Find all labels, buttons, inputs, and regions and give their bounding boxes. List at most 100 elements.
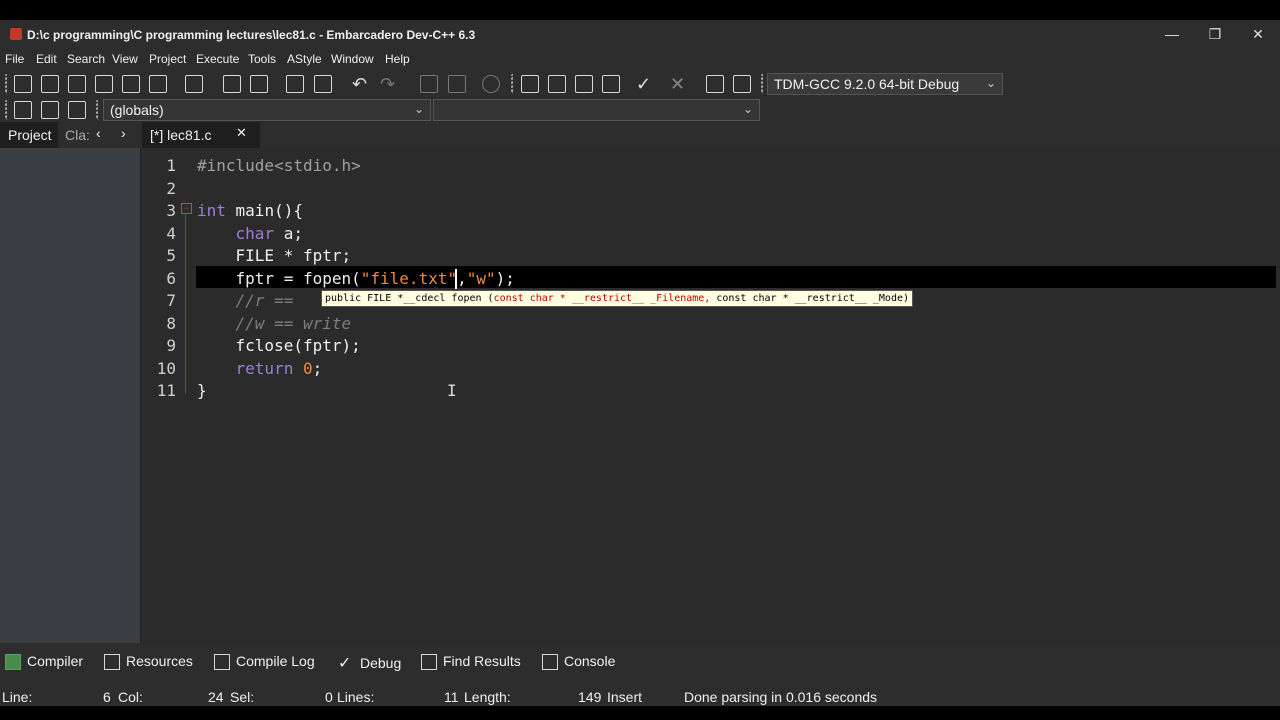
tab-lec81-label: [*] lec81.c [150,127,212,143]
tab-scroll-right-icon[interactable]: › [121,125,126,141]
line-number: 8 [166,314,176,333]
code-line-8: //w == write [197,314,352,333]
tab-close-icon[interactable]: ✕ [236,125,247,141]
tab-project[interactable]: Project [0,122,58,148]
keyword-token: return [197,359,303,378]
insert-icon[interactable] [14,101,32,119]
status-message: Done parsing in 0.016 seconds [684,689,878,705]
menu-tools[interactable]: Tools [248,52,276,66]
status-line-value: 6 [103,689,111,705]
menu-file[interactable]: File [5,52,24,66]
function-select[interactable]: ⌄ [433,99,760,121]
indent-icon[interactable] [420,75,438,93]
new-file-icon[interactable] [14,75,32,93]
tab-find-results[interactable]: Find Results [421,653,521,671]
keyword-token: int [197,201,226,220]
status-col-label: Col: [118,689,143,705]
toolbar-grip-2[interactable] [511,74,514,94]
redo-icon[interactable]: ↷ [380,75,398,93]
tab-compile-log[interactable]: Compile Log [214,653,315,671]
app-icon [10,28,22,40]
code-token: , [457,269,467,288]
tab-find-results-label: Find Results [443,653,521,669]
preprocessor-token: #include<stdio.h> [197,156,361,175]
code-token: a; [274,224,303,243]
close-file-icon[interactable] [122,75,140,93]
close-button[interactable]: ✕ [1238,24,1278,44]
replace-icon[interactable] [250,75,268,93]
code-line-4: char a; [197,224,303,243]
find-icon [421,654,437,671]
delete-icon[interactable] [733,75,751,93]
menu-project[interactable]: Project [149,52,186,66]
toolbar-grip-4[interactable] [5,100,8,120]
line-number: 3 [166,201,176,220]
open-folder-icon[interactable] [41,75,59,93]
toolbar-grip-5[interactable] [96,100,99,120]
maximize-button[interactable]: ❐ [1195,24,1235,44]
minimize-button[interactable]: — [1152,24,1192,44]
goto-bookmark-icon[interactable] [68,101,86,119]
bookmark-icon[interactable] [482,75,500,93]
check-icon[interactable]: ✓ [636,75,654,93]
compiler-select[interactable]: TDM-GCC 9.2.0 64-bit Debug ⌄ [767,73,1003,95]
devcpp-window: D:\c programming\C programming lectures\… [0,20,1280,706]
code-line-3: int main(){ [197,201,303,220]
status-sel-label: Sel: [230,689,255,705]
bottom-panel-tabs: Compiler Resources Compile Log ✓ Debug Fi… [0,643,1280,681]
project-panel[interactable] [0,148,141,643]
menu-help[interactable]: Help [385,52,410,66]
letterbox-top [0,0,1280,20]
tiles-icon[interactable] [602,75,620,93]
tab-debug[interactable]: ✓ Debug [338,653,401,673]
menu-edit[interactable]: Edit [36,52,57,66]
line-number: 1 [166,156,176,175]
save-all-icon[interactable] [95,75,113,93]
toggle-bookmark-icon[interactable] [41,101,59,119]
find-icon[interactable] [223,75,241,93]
class-toolbar: (globals) ⌄ ⌄ [0,98,1280,122]
toolbar-grip-3[interactable] [761,74,764,94]
string-token: "file.txt" [360,269,458,288]
chart-icon[interactable] [706,75,724,93]
code-token: ; [312,359,323,378]
chevron-down-icon: ⌄ [742,102,753,116]
code-line-6: fptr = fopen("file.txt","w"); [197,269,515,288]
undo-icon[interactable]: ↶ [352,75,370,93]
calendar-icon[interactable] [575,75,593,93]
window-icon[interactable] [548,75,566,93]
menu-execute[interactable]: Execute [196,52,239,66]
window-title: D:\c programming\C programming lectures\… [27,28,476,42]
tooltip-rest: const char * __restrict__ _Mode) [710,293,910,304]
code-token: fptr = fopen( [197,269,361,288]
menu-window[interactable]: Window [331,52,374,66]
save-icon[interactable] [68,75,86,93]
menu-view[interactable]: View [112,52,138,66]
tab-scroll-left-icon[interactable]: ‹ [96,125,101,141]
grid-icon[interactable] [521,75,539,93]
tab-compiler-label: Compiler [27,653,84,669]
cross-icon[interactable]: ✕ [670,75,688,93]
string-token: "w" [466,269,496,288]
print-icon[interactable] [185,75,203,93]
tab-console[interactable]: Console [542,653,615,671]
menu-bar: File Edit Search View Project Execute To… [0,48,1280,70]
scope-select[interactable]: (globals) ⌄ [103,99,431,121]
code-token: ); [495,269,515,288]
toolbar-grip[interactable] [5,74,8,94]
menu-search[interactable]: Search [67,52,105,66]
tab-debug-label: Debug [360,655,402,671]
menu-astyle[interactable]: AStyle [287,52,322,66]
fold-collapse-icon[interactable]: − [181,203,192,214]
goto-line-icon[interactable] [286,75,304,93]
status-length-label: Length: [464,689,511,705]
tab-classes[interactable]: Cla: [65,127,90,143]
split-view-icon[interactable] [314,75,332,93]
code-editor[interactable] [182,148,1280,643]
tab-compiler[interactable]: Compiler [5,653,84,671]
tab-resources[interactable]: Resources [104,653,193,671]
unindent-icon[interactable] [448,75,466,93]
tab-lec81[interactable]: [*] lec81.c ✕ [142,122,260,148]
close-all-icon[interactable] [149,75,167,93]
line-number: 4 [166,224,176,243]
